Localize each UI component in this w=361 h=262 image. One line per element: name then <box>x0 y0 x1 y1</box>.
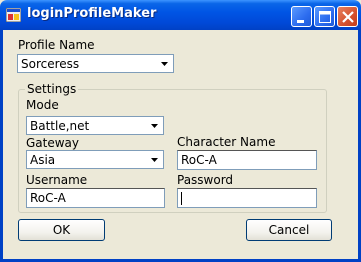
maximize-button[interactable] <box>314 6 335 27</box>
password-label: Password <box>177 173 234 187</box>
character-name-field[interactable]: RoC-A <box>177 150 317 170</box>
character-name-label: Character Name <box>177 135 276 149</box>
cancel-button[interactable]: Cancel <box>246 219 332 241</box>
chevron-down-icon[interactable] <box>147 118 162 133</box>
mode-combobox[interactable]: Battle,net <box>26 116 164 135</box>
gateway-value: Asia <box>30 153 56 167</box>
close-button[interactable] <box>337 6 358 27</box>
username-label: Username <box>26 173 88 187</box>
chevron-down-icon[interactable] <box>157 56 172 71</box>
text-caret <box>181 192 182 205</box>
profile-name-value: Sorceress <box>21 57 80 71</box>
gateway-label: Gateway <box>26 136 80 150</box>
window-title: loginProfileMaker <box>27 6 157 21</box>
profile-name-combobox[interactable]: Sorceress <box>17 54 174 73</box>
mode-value: Battle,net <box>30 119 90 133</box>
gateway-combobox[interactable]: Asia <box>26 150 164 169</box>
maximize-icon <box>319 11 331 23</box>
close-icon <box>342 11 354 23</box>
app-icon <box>6 8 21 22</box>
title-bar[interactable]: loginProfileMaker <box>0 0 361 30</box>
settings-legend: Settings <box>25 82 79 96</box>
ok-button[interactable]: OK <box>18 219 105 241</box>
mode-label: Mode <box>26 98 59 112</box>
username-value: RoC-A <box>30 191 66 205</box>
minimize-button[interactable] <box>291 6 312 27</box>
password-field[interactable] <box>177 188 317 208</box>
minimize-icon <box>297 20 304 23</box>
profile-name-label: Profile Name <box>18 38 95 52</box>
username-field[interactable]: RoC-A <box>26 188 165 208</box>
chevron-down-icon[interactable] <box>147 152 162 167</box>
character-name-value: RoC-A <box>181 153 217 167</box>
